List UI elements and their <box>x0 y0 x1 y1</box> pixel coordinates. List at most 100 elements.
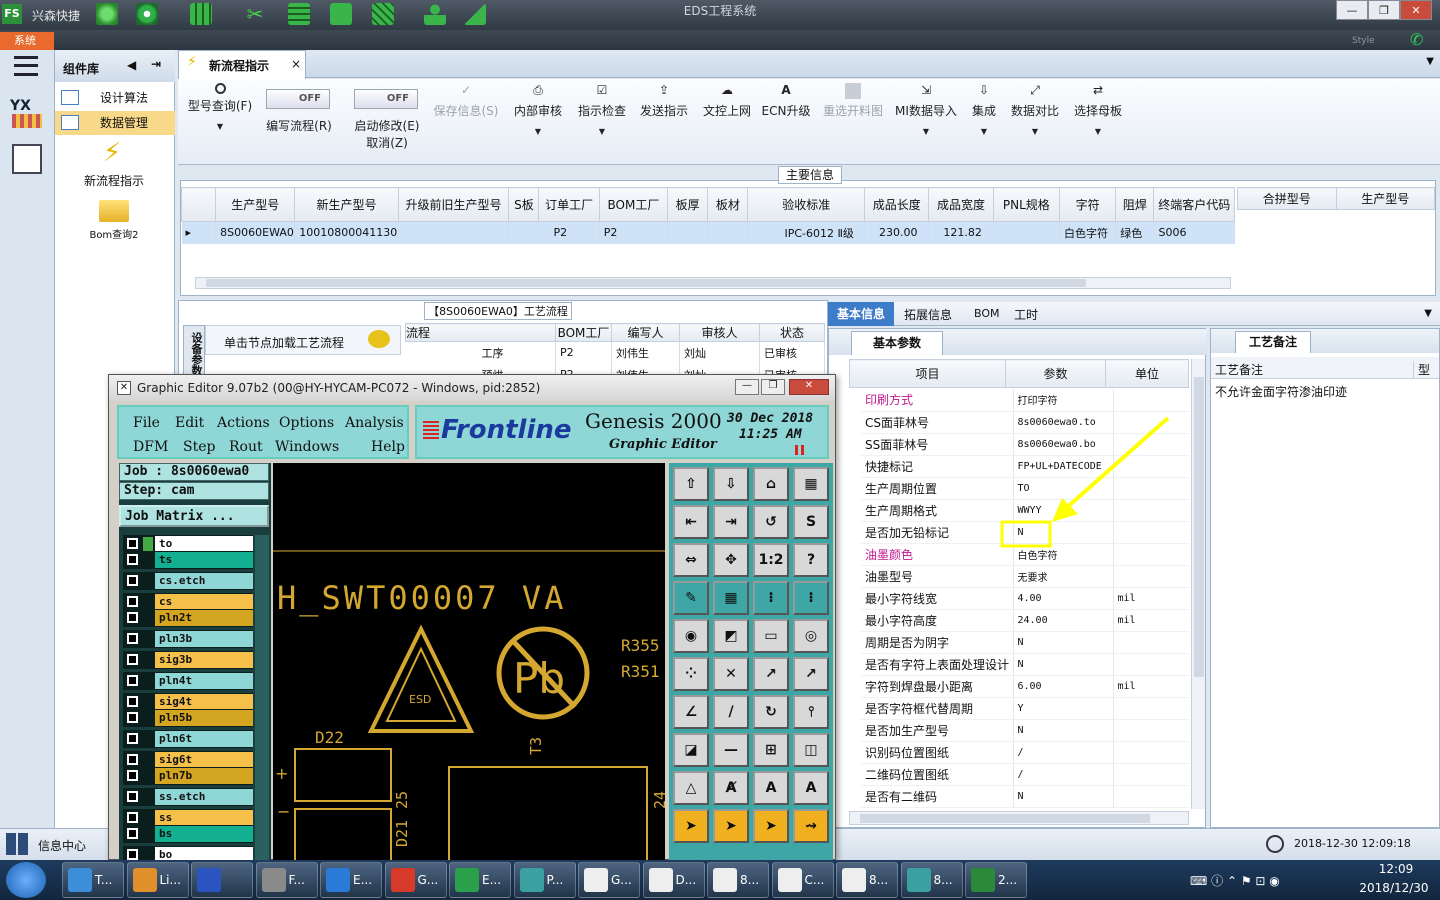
cell[interactable]: N <box>1012 719 1113 742</box>
start-modify-toggle[interactable]: OFF <box>354 89 418 109</box>
col-header[interactable]: 工艺备注 <box>1215 361 1263 378</box>
tray-icons[interactable]: ⌨ ⓘ ⌃ ⚑ ⊡ ◉ <box>1190 872 1280 889</box>
table-row[interactable]: 最小字符线宽 4.00 mil <box>861 587 1189 610</box>
save-info-button[interactable]: ✓ 保存信息(S) <box>430 83 502 119</box>
cell[interactable]: 6.00 <box>1012 675 1113 698</box>
table-row[interactable]: 是否有字符上表面处理设计 N <box>861 653 1189 676</box>
layer-checkbox[interactable] <box>127 733 138 744</box>
clock-time[interactable]: 12:09 <box>1364 862 1428 876</box>
layer-row[interactable]: pln5b <box>123 709 253 727</box>
cell[interactable] <box>508 221 540 244</box>
genesis-tool-icon[interactable]: ⫯ <box>793 695 829 729</box>
genesis-tool-icon[interactable]: ◫ <box>793 733 829 767</box>
table-icon[interactable] <box>190 3 212 25</box>
col-header[interactable]: BOM工厂 <box>598 187 669 222</box>
step-field[interactable]: Step: cam <box>119 482 269 500</box>
cell[interactable]: 白色字符 <box>1059 221 1117 244</box>
genesis-tool-icon[interactable]: ➤ <box>673 809 709 843</box>
vertical-scrollbar[interactable] <box>1191 359 1205 809</box>
model-query-button[interactable]: 型号查询(F) ▼ <box>184 83 256 131</box>
genesis-tool-icon[interactable]: ⇔ <box>673 543 709 577</box>
col-header[interactable]: 成品长度 <box>864 187 930 222</box>
layer-row[interactable]: sig3b <box>123 651 253 669</box>
layer-checkbox[interactable] <box>127 770 138 781</box>
genesis-tool-icon[interactable]: ⁝ <box>793 581 829 615</box>
instruction-check-button[interactable]: ☑ 指示检查 ▼ <box>572 83 632 136</box>
phone-icon[interactable]: ✆ <box>1410 30 1423 49</box>
start-button[interactable] <box>6 862 46 898</box>
genesis-tool-icon[interactable]: ▭ <box>753 619 789 653</box>
layer-checkbox[interactable] <box>127 712 138 723</box>
taskbar-item[interactable]: P... <box>513 862 576 898</box>
tab-extended-info[interactable]: 拓展信息 <box>904 306 952 323</box>
col-header[interactable]: 字符 <box>1058 187 1117 222</box>
notes-text[interactable]: 不允许金面字符渗油印迹 <box>1215 383 1347 400</box>
col-header[interactable]: 生产型号 <box>1335 187 1435 210</box>
col-header[interactable]: 新生产型号 <box>294 187 399 222</box>
cell[interactable]: P2 <box>555 341 612 364</box>
copy-icon[interactable] <box>330 3 352 25</box>
genesis-maximize-button[interactable]: ❐ <box>761 379 785 395</box>
scrollbar-thumb[interactable] <box>1194 377 1204 677</box>
cell[interactable]: 二维码位置图纸 <box>861 763 1013 786</box>
job-field[interactable]: Job : 8s0060ewa0 <box>119 463 269 481</box>
col-header[interactable]: 订单工厂 <box>538 187 600 222</box>
menu-icon[interactable] <box>14 56 38 76</box>
chart-icon[interactable] <box>464 3 486 25</box>
genesis-tool-icon[interactable]: Ⱥ <box>713 771 749 805</box>
table-row[interactable]: 油墨型号 无要求 <box>861 565 1189 588</box>
layer-row[interactable]: pln7b <box>123 767 253 785</box>
cell[interactable] <box>1112 785 1189 808</box>
col-header[interactable]: 升级前旧生产型号 <box>397 187 510 222</box>
cell[interactable]: 印刷方式 <box>861 389 1013 412</box>
genesis-tool-icon[interactable]: ✥ <box>713 543 749 577</box>
windows-grid-icon[interactable] <box>6 833 28 855</box>
select-motherboard-button[interactable]: ⇄ 选择母板 ▼ <box>1070 83 1126 136</box>
taskbar-item[interactable]: E... <box>320 862 382 898</box>
pcb-canvas[interactable]: H_SWT00007 VA ESD Pb R355 R351 D22 + − D… <box>273 463 665 861</box>
minimize-button[interactable]: — <box>1336 0 1368 20</box>
data-compare-button[interactable]: ⤢ 数据对比 ▼ <box>1008 83 1062 136</box>
menu-windows[interactable]: Windows <box>275 439 339 455</box>
cell[interactable]: IPC-6012 Ⅱ级 <box>747 221 866 244</box>
taskbar-item[interactable]: G... <box>578 862 640 898</box>
col-header[interactable]: 流程 <box>405 323 556 342</box>
cell[interactable]: mil <box>1112 609 1189 632</box>
cell[interactable]: 4.00 <box>1012 587 1113 610</box>
user-icon[interactable] <box>424 3 446 25</box>
layer-checkbox[interactable] <box>127 612 138 623</box>
taskbar-item[interactable]: 8... <box>900 862 963 898</box>
genesis-tool-icon[interactable]: △ <box>673 771 709 805</box>
cell[interactable] <box>1112 631 1189 654</box>
cell[interactable]: 230.00 <box>864 221 930 244</box>
ecn-upgrade-button[interactable]: A ECN升级 <box>760 83 812 119</box>
scrollbar-thumb[interactable] <box>206 279 1086 287</box>
info-center-label[interactable]: 信息中心 <box>38 837 86 854</box>
genesis-tool-icon[interactable]: ⊞ <box>753 733 789 767</box>
menu-analysis[interactable]: Analysis <box>345 415 404 431</box>
genesis-tool-icon[interactable]: ⇧ <box>673 467 709 501</box>
col-header[interactable]: 编写人 <box>611 323 680 342</box>
taskbar-item[interactable]: T... <box>62 862 124 898</box>
close-button[interactable]: ✕ <box>1400 0 1432 20</box>
table-row[interactable]: 是否字符框代替周期 Y <box>861 697 1189 720</box>
calculator-icon[interactable] <box>12 144 42 174</box>
cell[interactable]: S006 <box>1153 221 1235 244</box>
chevron-down-icon[interactable]: ▼ <box>1424 308 1432 319</box>
cell[interactable]: 最小字符高度 <box>861 609 1013 632</box>
cell[interactable]: 已审核 <box>759 341 825 364</box>
doc-online-button[interactable]: ☁ 文控上网 <box>698 83 756 119</box>
lightning-icon[interactable]: ⚡ <box>103 138 121 168</box>
cell[interactable] <box>667 221 709 244</box>
mi-import-button[interactable]: ⇲ MI数据导入 ▼ <box>894 83 958 136</box>
col-header[interactable]: 终端客户代码 <box>1153 187 1235 222</box>
cell[interactable]: 工序 <box>405 341 556 364</box>
cell[interactable]: mil <box>1112 675 1189 698</box>
job-matrix-button[interactable]: Job Matrix ... <box>119 505 269 527</box>
col-header[interactable]: S板 <box>508 187 540 222</box>
col-header[interactable]: 生产型号 <box>215 187 296 222</box>
layer-checkbox[interactable] <box>127 538 138 549</box>
cell[interactable]: N <box>1012 653 1113 676</box>
menu-options[interactable]: Options <box>279 415 334 431</box>
col-header[interactable]: 阻焊 <box>1115 187 1155 222</box>
